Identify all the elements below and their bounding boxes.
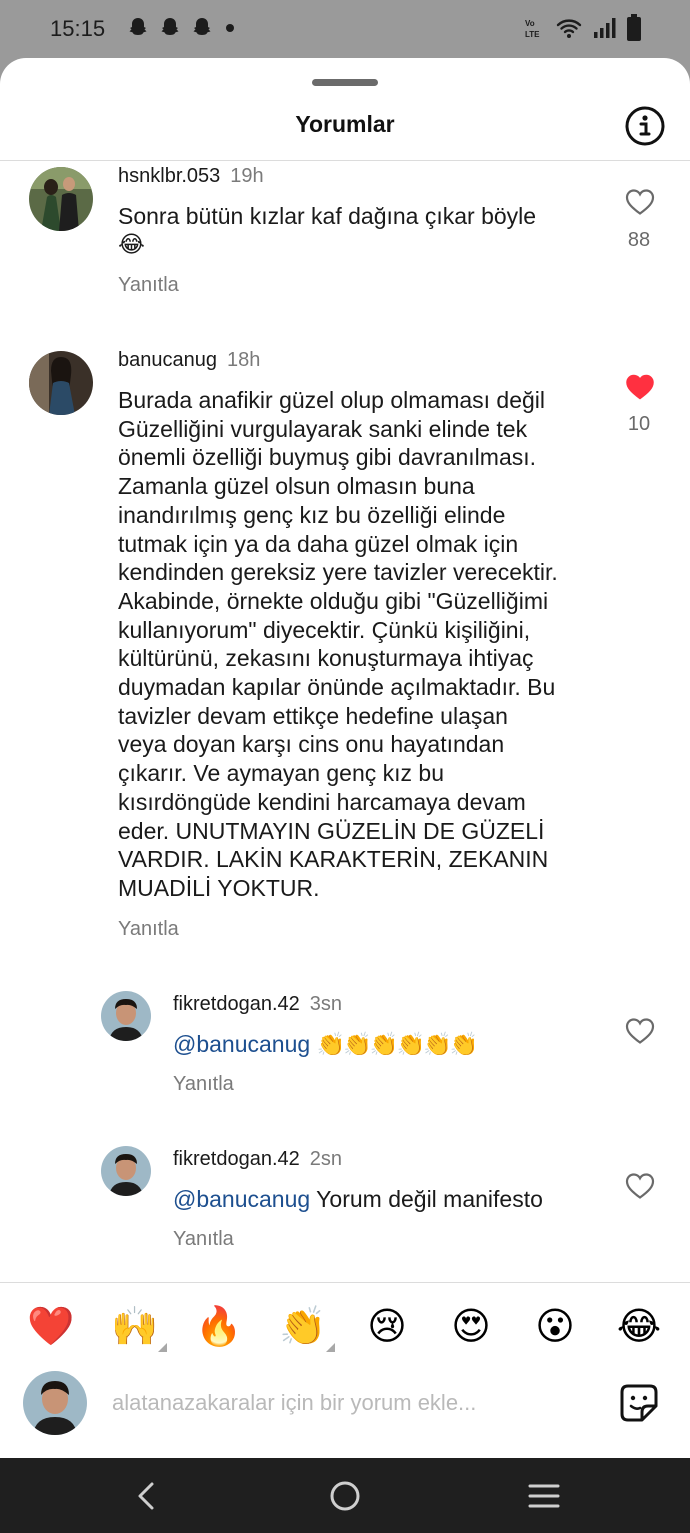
comments-sheet: Yorumlar hsnklbr.053 19h Sonra bütün kızl… xyxy=(0,58,690,1458)
dot-icon xyxy=(226,24,234,32)
mention-link[interactable]: @banucanug xyxy=(173,1031,310,1057)
back-icon[interactable] xyxy=(128,1478,164,1514)
reply-button[interactable]: Yanıtla xyxy=(173,1073,234,1096)
comment-input[interactable] xyxy=(112,1386,582,1420)
emoji-crying-face[interactable]: 😢 xyxy=(359,1300,415,1352)
comment-username[interactable]: fikretdogan.42 xyxy=(173,993,300,1015)
emoji-surprised-face[interactable]: 😮 xyxy=(527,1300,583,1352)
status-bar: 15:15 Vo LTE xyxy=(0,0,690,56)
info-icon[interactable] xyxy=(624,105,666,147)
comment-time: 3sn xyxy=(309,993,343,1015)
avatar[interactable] xyxy=(101,1146,151,1196)
mention-link[interactable]: @banucanug xyxy=(173,1186,310,1212)
comment-username[interactable]: banucanug xyxy=(118,349,217,371)
comment-time: 18h xyxy=(226,349,261,371)
header-divider xyxy=(0,160,690,161)
comment-username[interactable]: fikretdogan.42 xyxy=(173,1148,300,1170)
emoji-fire[interactable]: 🔥 xyxy=(191,1300,247,1352)
comment-time: 2sn xyxy=(309,1148,343,1170)
svg-text:LTE: LTE xyxy=(525,30,540,39)
battery-icon xyxy=(627,14,641,41)
avatar[interactable] xyxy=(101,991,151,1041)
sheet-title: Yorumlar xyxy=(295,111,395,137)
svg-text:Vo: Vo xyxy=(525,19,535,28)
emoji-raising-hands[interactable]: 🙌 xyxy=(107,1300,163,1352)
reply-button[interactable]: Yanıtla xyxy=(118,274,179,297)
like-heart-icon[interactable] xyxy=(625,188,655,216)
emoji-clapping-hands[interactable]: 👏 xyxy=(275,1300,331,1352)
like-count: 10 xyxy=(627,413,651,435)
home-icon[interactable] xyxy=(327,1478,363,1514)
sticker-icon[interactable] xyxy=(618,1382,660,1424)
wifi-icon xyxy=(556,19,582,38)
avatar xyxy=(23,1371,87,1435)
like-heart-filled-icon[interactable] xyxy=(625,373,655,401)
snapchat-ghost-icon xyxy=(129,18,147,35)
drag-handle[interactable] xyxy=(312,79,378,86)
emoji-heart-eyes[interactable]: 😍 xyxy=(443,1300,499,1352)
volte-icon: Vo LTE xyxy=(525,19,540,39)
recents-icon[interactable] xyxy=(526,1478,562,1514)
comment-time: 19h xyxy=(230,165,264,187)
comment-text: Burada anafikir güzel olup olmaması deği… xyxy=(118,387,558,901)
like-heart-icon[interactable] xyxy=(625,1172,655,1200)
status-time: 15:15 xyxy=(50,16,106,41)
avatar[interactable] xyxy=(29,167,93,231)
comment-text: @banucanug Yorum değil manifesto xyxy=(173,1186,543,1212)
composer-divider xyxy=(0,1282,690,1283)
skin-tone-indicator xyxy=(326,1343,335,1352)
snapchat-ghost-icon xyxy=(193,18,211,35)
reply-button[interactable]: Yanıtla xyxy=(118,918,179,941)
signal-icon xyxy=(594,18,616,38)
emoji-heart[interactable]: ❤️ xyxy=(23,1300,79,1352)
snapchat-ghost-icon xyxy=(161,18,179,35)
avatar[interactable] xyxy=(29,351,93,415)
comment-text: @banucanug 👏👏👏👏👏👏 xyxy=(173,1031,478,1058)
emoji-quick-bar: ❤️ 🙌 🔥 👏 😢 😍 😮 😂 xyxy=(0,1300,690,1352)
comment-text: Sonra bütün kızlar kaf dağına çıkar böyl… xyxy=(118,203,537,258)
system-nav-bar xyxy=(0,1458,690,1533)
emoji-tears-of-joy[interactable]: 😂 xyxy=(611,1300,667,1352)
skin-tone-indicator xyxy=(158,1343,167,1352)
comment-username[interactable]: hsnklbr.053 xyxy=(118,165,220,187)
like-count: 88 xyxy=(627,229,651,251)
like-heart-icon[interactable] xyxy=(625,1017,655,1045)
reply-button[interactable]: Yanıtla xyxy=(173,1228,234,1251)
comment-composer xyxy=(0,1368,690,1438)
